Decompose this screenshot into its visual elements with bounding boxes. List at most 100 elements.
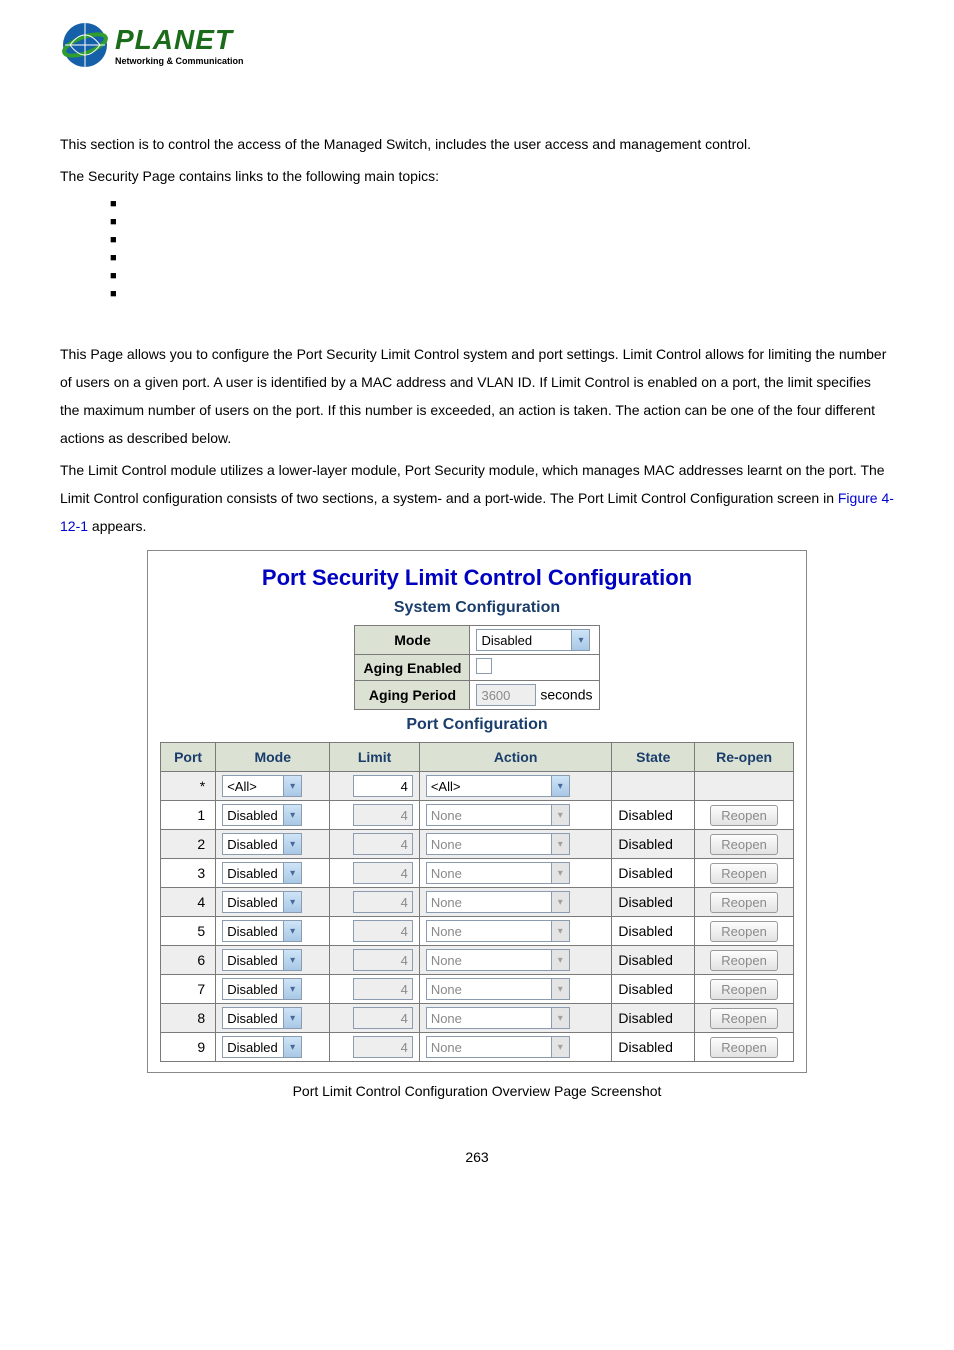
port-limit-input[interactable]: 4 bbox=[353, 862, 413, 884]
list-item: ■ bbox=[110, 198, 894, 210]
port-mode-select[interactable]: Disabled▾ bbox=[222, 949, 302, 971]
port-action-select[interactable]: None▾ bbox=[426, 862, 570, 884]
port-action-value: None bbox=[431, 866, 551, 881]
port-action-select[interactable]: None▾ bbox=[426, 978, 570, 1000]
reopen-cell: Reopen bbox=[695, 1004, 794, 1033]
reopen-button[interactable]: Reopen bbox=[710, 863, 778, 884]
state-cell: Disabled bbox=[612, 917, 695, 946]
port-mode-select[interactable]: Disabled▾ bbox=[222, 920, 302, 942]
port-action-select[interactable]: None▾ bbox=[426, 1007, 570, 1029]
port-action-select[interactable]: <All>▾ bbox=[426, 775, 570, 797]
state-cell: Disabled bbox=[612, 1004, 695, 1033]
port-mode-select[interactable]: Disabled▾ bbox=[222, 833, 302, 855]
aging-enabled-checkbox[interactable] bbox=[476, 658, 492, 674]
port-mode-select[interactable]: <All>▾ bbox=[222, 775, 302, 797]
port-action-select[interactable]: None▾ bbox=[426, 891, 570, 913]
limit-cell: 4 bbox=[330, 859, 420, 888]
port-limit-input[interactable]: 4 bbox=[353, 920, 413, 942]
port-mode-select[interactable]: Disabled▾ bbox=[222, 891, 302, 913]
sys-mode-select[interactable]: Disabled ▾ bbox=[476, 629, 590, 651]
port-mode-select[interactable]: Disabled▾ bbox=[222, 804, 302, 826]
port-mode-select[interactable]: Disabled▾ bbox=[222, 862, 302, 884]
reopen-button[interactable]: Reopen bbox=[710, 950, 778, 971]
port-limit-value: 4 bbox=[401, 982, 408, 997]
reopen-button[interactable]: Reopen bbox=[710, 979, 778, 1000]
table-row: 8Disabled▾4None▾DisabledReopen bbox=[161, 1004, 794, 1033]
aging-period-input[interactable]: 3600 bbox=[476, 684, 536, 706]
port-action-select[interactable]: None▾ bbox=[426, 949, 570, 971]
action-cell: None▾ bbox=[419, 830, 612, 859]
port-limit-input[interactable]: 4 bbox=[353, 891, 413, 913]
action-cell: None▾ bbox=[419, 917, 612, 946]
port-mode-value: Disabled bbox=[227, 837, 283, 852]
figure-caption: Port Limit Control Configuration Overvie… bbox=[60, 1083, 894, 1099]
chevron-down-icon: ▾ bbox=[551, 950, 569, 970]
table-row: 5Disabled▾4None▾DisabledReopen bbox=[161, 917, 794, 946]
state-cell: Disabled bbox=[612, 830, 695, 859]
logo-sub-text: Networking & Communication bbox=[115, 56, 244, 66]
port-mode-select[interactable]: Disabled▾ bbox=[222, 1036, 302, 1058]
reopen-button[interactable]: Reopen bbox=[710, 1008, 778, 1029]
port-mode-value: Disabled bbox=[227, 924, 283, 939]
action-cell: None▾ bbox=[419, 1033, 612, 1062]
chevron-down-icon: ▾ bbox=[551, 921, 569, 941]
list-item: ■ bbox=[110, 270, 894, 282]
table-row: 7Disabled▾4None▾DisabledReopen bbox=[161, 975, 794, 1004]
port-action-value: None bbox=[431, 924, 551, 939]
port-limit-input[interactable]: 4 bbox=[353, 978, 413, 1000]
port-limit-input[interactable]: 4 bbox=[353, 775, 413, 797]
port-limit-input[interactable]: 4 bbox=[353, 1036, 413, 1058]
port-limit-input[interactable]: 4 bbox=[353, 833, 413, 855]
port-mode-value: Disabled bbox=[227, 895, 283, 910]
port-action-value: None bbox=[431, 837, 551, 852]
port-limit-value: 4 bbox=[401, 895, 408, 910]
port-action-value: None bbox=[431, 953, 551, 968]
port-action-select[interactable]: None▾ bbox=[426, 1036, 570, 1058]
reopen-button[interactable]: Reopen bbox=[710, 834, 778, 855]
reopen-cell: Reopen bbox=[695, 1033, 794, 1062]
port-action-select[interactable]: None▾ bbox=[426, 920, 570, 942]
mode-cell: Disabled▾ bbox=[216, 1004, 330, 1033]
port-mode-select[interactable]: Disabled▾ bbox=[222, 978, 302, 1000]
mode-cell: Disabled▾ bbox=[216, 859, 330, 888]
chevron-down-icon: ▾ bbox=[283, 863, 301, 883]
aging-period-unit: seconds bbox=[540, 687, 592, 703]
port-cell: 6 bbox=[161, 946, 216, 975]
port-limit-value: 4 bbox=[401, 837, 408, 852]
reopen-cell: Reopen bbox=[695, 888, 794, 917]
reopen-button[interactable]: Reopen bbox=[710, 805, 778, 826]
reopen-button[interactable]: Reopen bbox=[710, 1037, 778, 1058]
chevron-down-icon: ▾ bbox=[551, 979, 569, 999]
port-mode-select[interactable]: Disabled▾ bbox=[222, 1007, 302, 1029]
port-action-select[interactable]: None▾ bbox=[426, 833, 570, 855]
col-limit: Limit bbox=[330, 743, 420, 772]
reopen-cell: Reopen bbox=[695, 859, 794, 888]
reopen-cell: Reopen bbox=[695, 946, 794, 975]
table-row: *<All>▾4<All>▾ bbox=[161, 772, 794, 801]
port-limit-input[interactable]: 4 bbox=[353, 804, 413, 826]
port-action-select[interactable]: None▾ bbox=[426, 804, 570, 826]
chevron-down-icon: ▾ bbox=[283, 892, 301, 912]
reopen-cell: Reopen bbox=[695, 830, 794, 859]
mode-cell: Disabled▾ bbox=[216, 1033, 330, 1062]
state-cell: Disabled bbox=[612, 801, 695, 830]
list-item: ■ bbox=[110, 288, 894, 300]
port-mode-value: Disabled bbox=[227, 808, 283, 823]
port-limit-input[interactable]: 4 bbox=[353, 949, 413, 971]
chevron-down-icon: ▾ bbox=[551, 776, 569, 796]
limit-cell: 4 bbox=[330, 1033, 420, 1062]
port-mode-value: Disabled bbox=[227, 1011, 283, 1026]
port-cell: 5 bbox=[161, 917, 216, 946]
port-cell: 9 bbox=[161, 1033, 216, 1062]
port-limit-input[interactable]: 4 bbox=[353, 1007, 413, 1029]
chevron-down-icon: ▾ bbox=[283, 979, 301, 999]
chevron-down-icon: ▾ bbox=[551, 1008, 569, 1028]
reopen-button[interactable]: Reopen bbox=[710, 921, 778, 942]
action-cell: None▾ bbox=[419, 1004, 612, 1033]
table-row: 4Disabled▾4None▾DisabledReopen bbox=[161, 888, 794, 917]
list-item: ■ bbox=[110, 252, 894, 264]
limit-cell: 4 bbox=[330, 772, 420, 801]
port-configuration-table: Port Mode Limit Action State Re-open *<A… bbox=[160, 742, 794, 1062]
reopen-button[interactable]: Reopen bbox=[710, 892, 778, 913]
state-cell: Disabled bbox=[612, 946, 695, 975]
